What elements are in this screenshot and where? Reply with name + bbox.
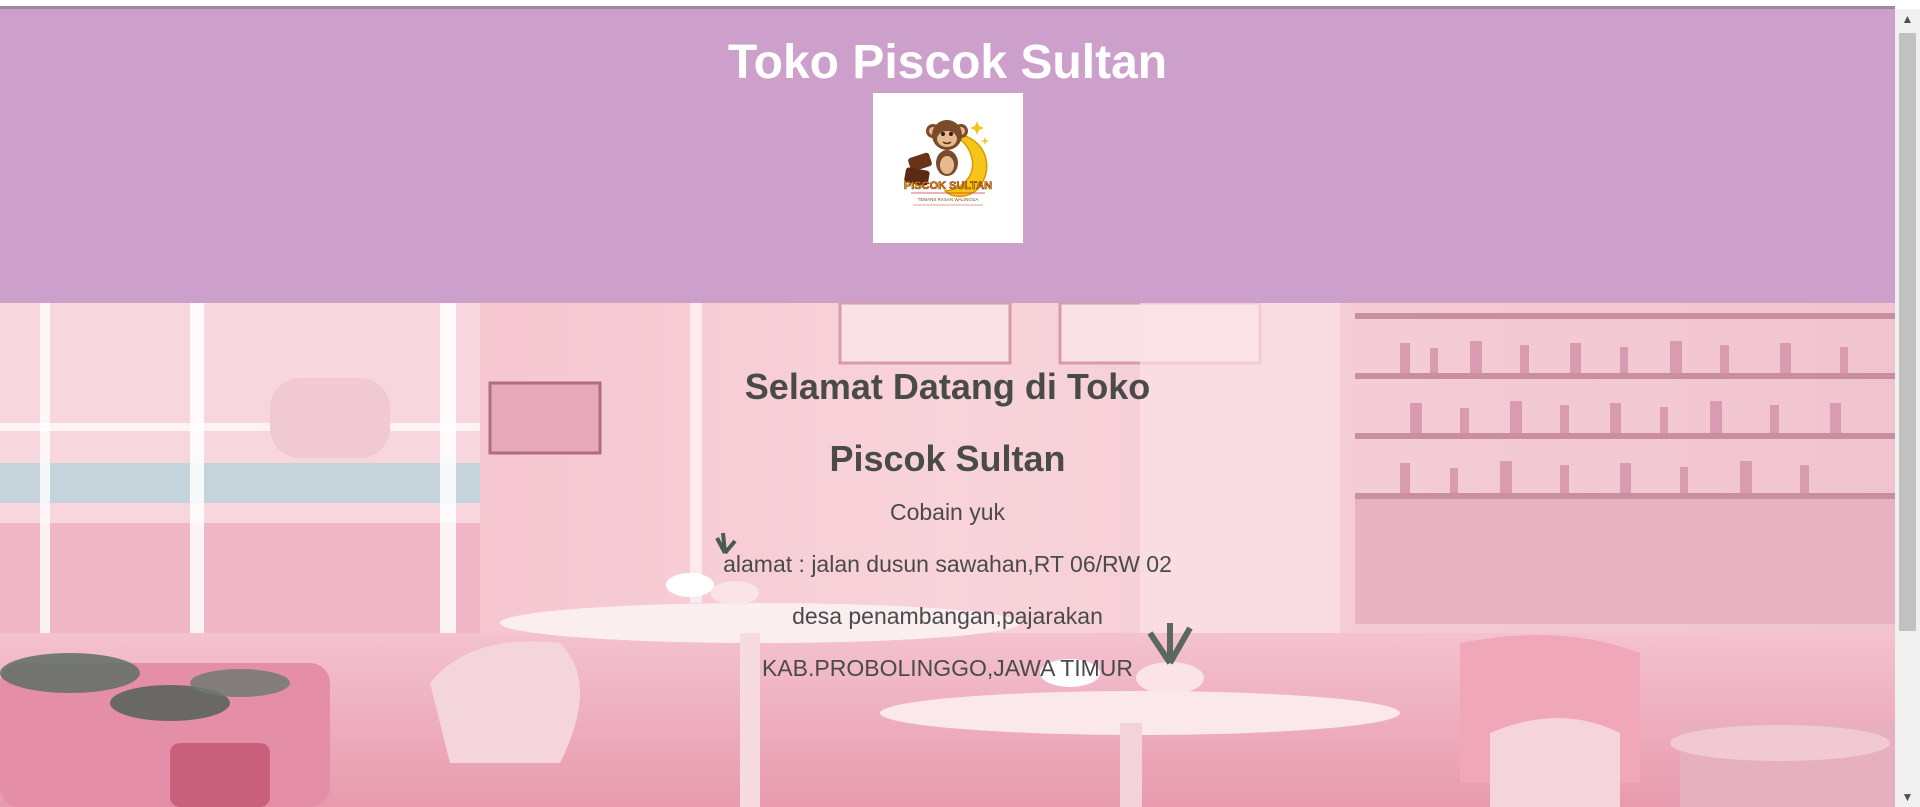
welcome-heading-line2: Piscok Sultan: [829, 438, 1066, 479]
logo: PISCOK SULTAN TEMANS RASAN WALINGGA: [873, 93, 1023, 243]
scrollbar-thumb[interactable]: [1899, 33, 1916, 631]
site-header: Toko Piscok Sultan PISCOK SULTAN TEMANS …: [0, 9, 1895, 303]
arrow-down-icon[interactable]: ▼: [1895, 787, 1920, 807]
svg-text:TEMANS RASAN WALINGGA: TEMANS RASAN WALINGGA: [918, 197, 979, 202]
svg-text:PISCOK SULTAN: PISCOK SULTAN: [904, 180, 992, 192]
address-line-3: KAB.PROBOLINGGO,JAWA TIMUR: [761, 655, 1134, 681]
site-title: Toko Piscok Sultan: [727, 36, 1168, 89]
address-line-2: desa penambangan,pajarakan: [792, 603, 1103, 629]
subtitle: Cobain yuk: [889, 499, 1006, 525]
monkey-banana-logo-icon: PISCOK SULTAN TEMANS RASAN WALINGGA: [873, 93, 1023, 243]
arrow-up-icon[interactable]: ▲: [1895, 9, 1920, 29]
address-line-1: alamat : jalan dusun sawahan,RT 06/RW 02: [723, 551, 1172, 577]
vertical-scrollbar[interactable]: ▲ ▼: [1895, 9, 1920, 807]
welcome-content: Selamat Datang di Toko Piscok Sultan Cob…: [0, 303, 1895, 807]
hero-section: Selamat Datang di Toko Piscok Sultan Cob…: [0, 303, 1895, 807]
welcome-heading-line1: Selamat Datang di Toko: [744, 366, 1151, 407]
browser-top-edge: [0, 0, 1895, 9]
